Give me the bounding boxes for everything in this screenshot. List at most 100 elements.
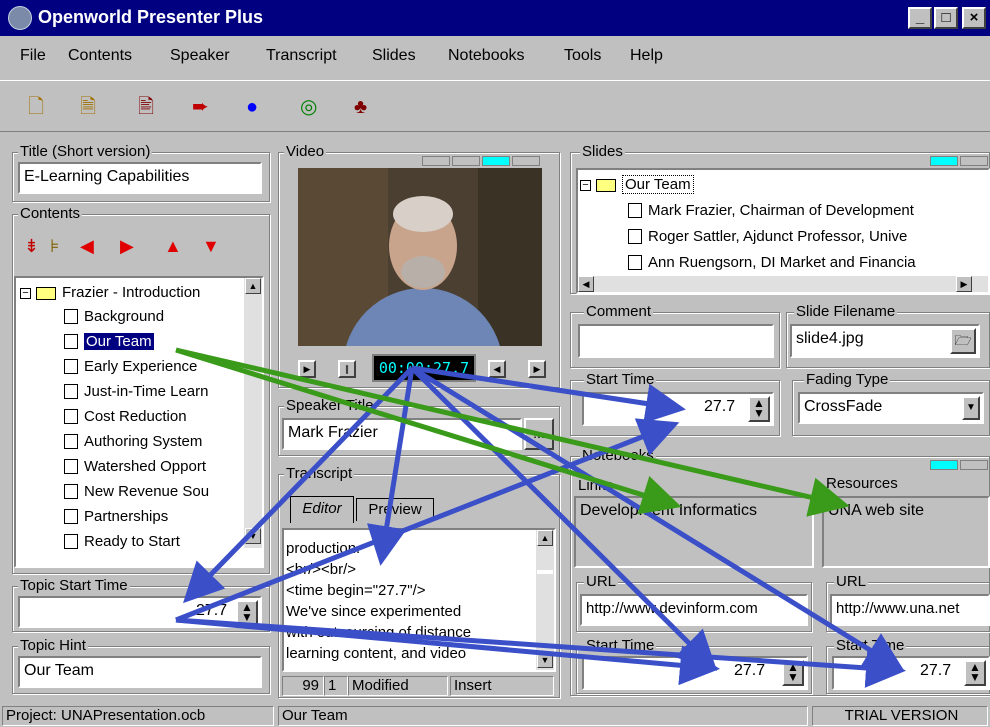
browse-file-icon[interactable]: 🗁 [950,328,976,354]
slides-view-toggle-2[interactable] [960,156,988,166]
resources-list[interactable]: UNA web site [822,496,990,568]
video-view-toggle-4[interactable] [512,156,540,166]
links-item[interactable]: Development Informatics [580,502,757,520]
document-icon [64,333,78,349]
play-button[interactable]: ▶ [298,360,316,378]
slide-item[interactable]: Ann Ruengsorn, DI Market and Financia [628,252,916,274]
document-icon [628,228,642,244]
record-icon[interactable]: ● [246,97,258,117]
slide-start-input[interactable]: 27.7 ▲ ▼ [582,392,774,426]
arrow-right-icon[interactable]: ▶ [120,236,134,257]
links-url-value: http://www.devinform.com [586,600,758,617]
notebooks-view-toggle-2[interactable] [960,460,988,470]
menu-notebooks[interactable]: Notebooks [448,47,525,65]
scroll-thumb[interactable] [537,570,553,574]
cd-icon[interactable]: ◎ [300,97,317,117]
menu-contents[interactable]: Contents [68,47,132,65]
resources-url-input[interactable]: http://www.una.net [830,594,990,626]
transcript-editor[interactable]: production. <br/><br/> <time begin="27.7… [282,528,556,672]
document-icon [64,383,78,399]
slides-root[interactable]: − Our Team [580,174,694,196]
transcript-scrollbar[interactable]: ▲ ▼ [536,530,554,670]
links-start-input[interactable]: 27.7 ▲ ▼ [582,656,808,690]
tree-item[interactable]: New Revenue Sou [64,481,209,503]
menu-speaker[interactable]: Speaker [170,47,230,65]
pause-button[interactable]: ∥ [338,360,356,378]
tree-item[interactable]: Partnerships [64,506,168,528]
menu-tools[interactable]: Tools [564,47,601,65]
links-start-spinner[interactable]: ▲ ▼ [782,660,804,686]
scroll-left-icon[interactable]: ◀ [578,276,594,292]
export-icon[interactable]: ➨ [192,97,209,117]
contents-tree[interactable]: − Frazier - Introduction Background Our T… [14,276,264,568]
topic-start-spinner[interactable]: ▲ ▼ [236,600,258,626]
video-view-toggle-1[interactable] [422,156,450,166]
scroll-up-icon[interactable]: ▲ [245,278,261,294]
arrow-up-icon[interactable]: ▲ [164,236,182,257]
topic-hint-input[interactable]: Our Team [18,656,262,688]
add-topic-icon[interactable]: ⇟ [24,236,39,257]
video-view-toggle-3[interactable] [482,156,510,166]
minimize-button[interactable]: _ [908,7,932,29]
scroll-down-icon[interactable]: ▼ [537,652,553,668]
resources-item[interactable]: UNA web site [828,502,924,520]
maximize-button[interactable]: □ [934,7,958,29]
arrow-down-icon[interactable]: ▼ [202,236,220,257]
title-group-label: Title (Short version) [18,143,153,160]
close-button[interactable]: × [962,7,986,29]
video-view-toggle-2[interactable] [452,156,480,166]
slides-hscrollbar[interactable]: ◀ ▶ [578,276,988,292]
slide-start-spinner[interactable]: ▲ ▼ [748,396,770,422]
tree-item[interactable]: Ready to Start [64,531,180,553]
resources-start-spinner[interactable]: ▲ ▼ [964,660,986,686]
fading-select[interactable]: CrossFade ▼ [798,392,984,424]
notebooks-view-toggle-1[interactable] [930,460,958,470]
document-icon [64,308,78,324]
open-icon[interactable]: 🗎 [80,97,96,117]
tree-item[interactable]: Cost Reduction [64,406,187,428]
tree-icon[interactable]: ⊧ [50,236,59,257]
menu-slides[interactable]: Slides [372,47,416,65]
title-input[interactable]: E-Learning Capabilities [18,162,262,194]
slide-item[interactable]: Mark Frazier, Chairman of Development [628,200,914,222]
step-forward-button[interactable]: ▶ [528,360,546,378]
step-back-button[interactable]: ◀ [488,360,506,378]
document-icon [64,358,78,374]
scroll-down-icon[interactable]: ▼ [245,528,261,544]
resources-start-input[interactable]: 27.7 ▲ ▼ [832,656,990,690]
menu-transcript[interactable]: Transcript [266,47,337,65]
comment-input[interactable] [578,324,774,358]
tree-root[interactable]: − Frazier - Introduction [20,282,200,304]
links-list[interactable]: Development Informatics [574,496,814,568]
tree-item[interactable]: Background [64,306,164,328]
tab-preview[interactable]: Preview [356,498,434,521]
links-url-input[interactable]: http://www.devinform.com [580,594,808,626]
people-icon[interactable]: ♣ [354,97,367,117]
save-icon[interactable]: 🖹 [138,97,154,117]
slides-label: Slides [580,143,625,160]
menu-file[interactable]: File [20,47,46,65]
slides-tree[interactable]: − Our Team Mark Frazier, Chairman of Deve… [576,168,990,294]
tree-item[interactable]: Early Experience [64,356,197,378]
slide-item[interactable]: Roger Sattler, Ajdunct Professor, Unive [628,226,907,248]
tab-editor[interactable]: Editor [290,496,354,523]
arrow-left-icon[interactable]: ◀ [80,236,94,257]
tree-item[interactable]: Just-in-Time Learn [64,381,208,403]
scroll-right-icon[interactable]: ▶ [956,276,972,292]
new-icon[interactable]: 🗋 [28,97,44,117]
tree-item[interactable]: Watershed Opport [64,456,206,478]
tree-item-selected[interactable]: Our Team [64,331,154,353]
video-frame[interactable] [298,168,542,346]
app-icon [8,6,32,30]
slide-filename-input[interactable]: slide4.jpg 🗁 [790,324,980,358]
contents-scrollbar[interactable]: ▲ ▼ [244,278,262,548]
topic-start-input[interactable]: 27.7 ▲ ▼ [18,596,262,628]
chevron-down-icon[interactable]: ▼ [962,396,980,420]
resources-start-label: Start Time [834,637,907,654]
speaker-input[interactable]: Mark Frazier [282,418,522,450]
speaker-browse-button[interactable]: ... [524,418,554,450]
scroll-up-icon[interactable]: ▲ [537,530,553,546]
menu-help[interactable]: Help [630,47,663,65]
slides-view-toggle-1[interactable] [930,156,958,166]
tree-item[interactable]: Authoring System [64,431,202,453]
